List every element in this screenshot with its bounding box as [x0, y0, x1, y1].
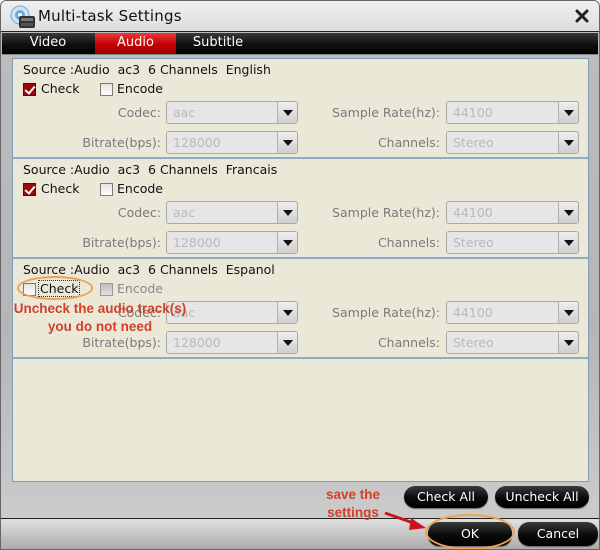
bitrate-label: Bitrate(bps): — [82, 235, 161, 250]
sample-rate-value: 44100 — [453, 105, 493, 120]
bitrate-label: Bitrate(bps): — [82, 135, 161, 150]
audio-track-francais: Source :Audio ac3 6 Channels Francais Ch… — [13, 159, 588, 259]
chevron-down-icon[interactable] — [277, 302, 297, 323]
channels-select[interactable]: Stereo — [446, 231, 579, 254]
channels-label: Channels: — [377, 135, 440, 150]
chevron-down-icon[interactable] — [277, 332, 297, 353]
multi-task-settings-dialog: Multi-task Settings Video Audio Subtitle… — [0, 0, 600, 550]
sample-rate-value: 44100 — [453, 205, 493, 220]
chevron-down-icon[interactable] — [277, 232, 297, 253]
audio-tracks-panel: Source :Audio ac3 6 Channels English Che… — [12, 58, 589, 482]
channels-value: Stereo — [453, 235, 494, 250]
tab-audio[interactable]: Audio — [95, 33, 176, 54]
tab-bar: Video Audio Subtitle — [2, 33, 598, 55]
disc-film-icon — [10, 5, 35, 28]
check-checkbox[interactable] — [23, 183, 36, 196]
channels-label: Channels: — [377, 335, 440, 350]
window-title: Multi-task Settings — [38, 7, 182, 25]
chevron-down-icon[interactable] — [277, 202, 297, 223]
channels-select[interactable]: Stereo — [446, 331, 579, 354]
sample-rate-value: 44100 — [453, 305, 493, 320]
check-highlight-ellipse — [17, 276, 93, 300]
tab-subtitle[interactable]: Subtitle — [177, 33, 259, 54]
channels-value: Stereo — [453, 335, 494, 350]
uncheck-all-button[interactable]: Uncheck All — [495, 486, 589, 508]
bitrate-value: 128000 — [173, 335, 221, 350]
cancel-button[interactable]: Cancel — [518, 522, 598, 546]
check-label[interactable]: Check — [41, 181, 79, 196]
encode-checkbox[interactable] — [100, 83, 113, 96]
sample-rate-label: Sample Rate(hz): — [332, 205, 440, 220]
audio-track-english: Source :Audio ac3 6 Channels English Che… — [13, 59, 588, 159]
encode-checkbox[interactable] — [100, 183, 113, 196]
encode-checkbox — [100, 283, 113, 296]
channels-select[interactable]: Stereo — [446, 131, 579, 154]
bitrate-value: 128000 — [173, 235, 221, 250]
codec-select[interactable]: aac — [166, 201, 298, 224]
bitrate-value: 128000 — [173, 135, 221, 150]
codec-select[interactable]: aac — [166, 101, 298, 124]
sample-rate-select[interactable]: 44100 — [446, 101, 579, 124]
bitrate-select[interactable]: 128000 — [166, 231, 298, 254]
tab-video[interactable]: Video — [2, 33, 94, 54]
chevron-down-icon[interactable] — [558, 332, 578, 353]
channels-label: Channels: — [377, 235, 440, 250]
check-label[interactable]: Check — [41, 81, 79, 96]
chevron-down-icon[interactable] — [558, 232, 578, 253]
uncheck-annotation-line2: you do not need — [47, 319, 153, 334]
channels-value: Stereo — [453, 135, 494, 150]
codec-label: Codec: — [117, 105, 161, 120]
track-source-label: Source :Audio ac3 6 Channels Espanol — [23, 262, 275, 277]
ok-highlight-ellipse — [425, 514, 515, 549]
sample-rate-select[interactable]: 44100 — [446, 201, 579, 224]
chevron-down-icon[interactable] — [277, 102, 297, 123]
save-annotation-line1: save the — [325, 487, 381, 502]
codec-value: aac — [173, 205, 196, 220]
codec-value: aac — [173, 105, 196, 120]
track-source-label: Source :Audio ac3 6 Channels English — [23, 62, 271, 77]
chevron-down-icon[interactable] — [558, 302, 578, 323]
check-all-button[interactable]: Check All — [404, 486, 488, 508]
sample-rate-label: Sample Rate(hz): — [332, 105, 440, 120]
encode-label[interactable]: Encode — [117, 181, 163, 196]
sample-rate-label: Sample Rate(hz): — [332, 305, 440, 320]
track-source-label: Source :Audio ac3 6 Channels Francais — [23, 162, 278, 177]
bitrate-select[interactable]: 128000 — [166, 131, 298, 154]
codec-label: Codec: — [117, 205, 161, 220]
uncheck-annotation: Uncheck the audio track(s) you do not ne… — [5, 300, 195, 336]
sample-rate-select[interactable]: 44100 — [446, 301, 579, 324]
chevron-down-icon[interactable] — [558, 202, 578, 223]
title-bar: Multi-task Settings — [1, 1, 599, 32]
encode-label: Encode — [117, 281, 163, 296]
arrow-annotation-icon — [384, 511, 426, 530]
check-checkbox[interactable] — [23, 83, 36, 96]
chevron-down-icon[interactable] — [277, 132, 297, 153]
uncheck-annotation-line1: Uncheck the audio track(s) — [13, 301, 187, 316]
close-icon[interactable] — [574, 8, 590, 24]
chevron-down-icon[interactable] — [558, 132, 578, 153]
bitrate-label: Bitrate(bps): — [82, 335, 161, 350]
encode-label[interactable]: Encode — [117, 81, 163, 96]
chevron-down-icon[interactable] — [558, 102, 578, 123]
